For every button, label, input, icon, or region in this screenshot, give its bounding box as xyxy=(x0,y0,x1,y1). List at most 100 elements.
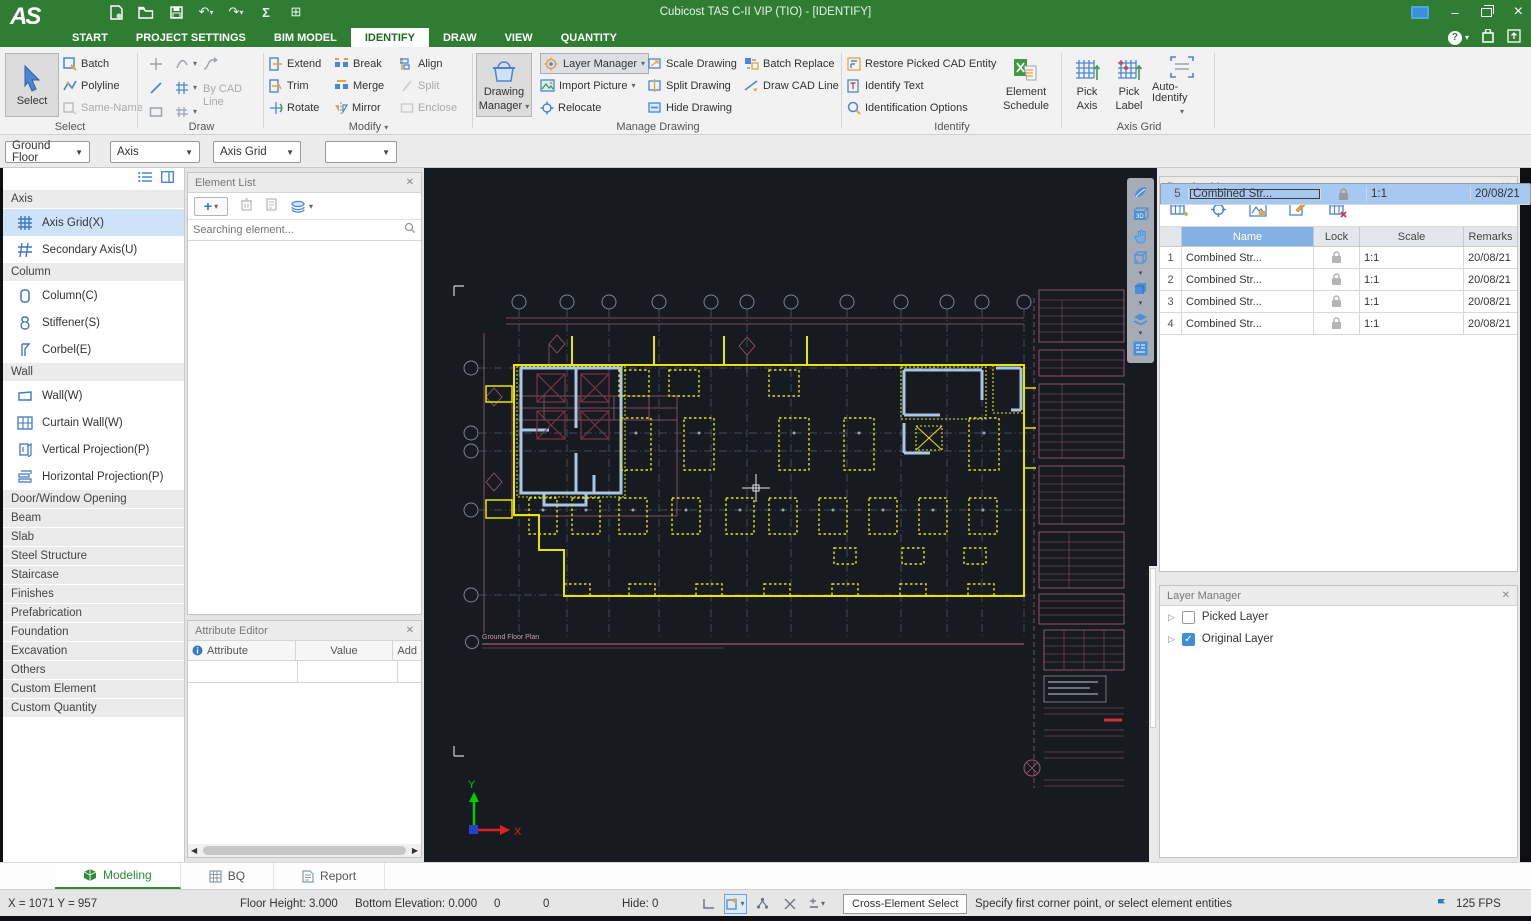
tab-project-settings[interactable]: PROJECT SETTINGS xyxy=(122,28,260,47)
pick-label-button[interactable]: Pick Label xyxy=(1107,53,1151,117)
delete-element-icon[interactable] xyxy=(240,197,253,216)
store-icon[interactable] xyxy=(1481,29,1495,46)
layer-manager-button[interactable]: Layer Manager▾ xyxy=(540,53,649,74)
dynamic-view-icon[interactable] xyxy=(1131,183,1150,202)
element-list-body[interactable] xyxy=(188,241,421,613)
tree-section-custom-element[interactable]: Custom Element xyxy=(3,680,184,699)
ortho-mode-button[interactable] xyxy=(697,894,720,914)
split-drawing-button[interactable]: Split Drawing xyxy=(648,75,737,96)
close-button[interactable]: × xyxy=(1514,3,1523,21)
tree-section-wall[interactable]: Wall xyxy=(3,363,184,382)
add-element-button[interactable]: +▾ xyxy=(194,197,228,216)
identify-text-button[interactable]: Identify Text xyxy=(847,75,996,96)
tree-item-secondary-axis[interactable]: Secondary Axis(U) xyxy=(3,236,184,263)
draw-grid-button[interactable]: ▾ xyxy=(175,77,197,98)
mirror-button[interactable]: Mirror xyxy=(334,97,384,118)
by-cad-line-button[interactable]: By CAD Line xyxy=(203,77,249,115)
drawing-row-3[interactable]: 3 Combined Str... 1:1 20/08/21 xyxy=(1160,291,1517,313)
tree-item-column[interactable]: Column(C) xyxy=(3,282,184,309)
tree-section-excavation[interactable]: Excavation xyxy=(3,642,184,661)
category-select[interactable]: Axis▼ xyxy=(110,141,200,163)
draw-cad-line-button[interactable]: Draw CAD Line xyxy=(744,75,839,96)
import-picture-button[interactable]: Import Picture▾ xyxy=(540,75,649,96)
tree-item-corbel[interactable]: Corbel(E) xyxy=(3,336,184,363)
picked-layer-row[interactable]: ▷ Picked Layer xyxy=(1160,606,1517,628)
dm-col-scale[interactable]: Scale xyxy=(1360,227,1464,246)
tab-bq[interactable]: BQ xyxy=(181,863,274,889)
tab-quantity[interactable]: QUANTITY xyxy=(547,28,631,47)
expand-triangle-icon[interactable]: ▷ xyxy=(1168,612,1175,623)
help-button[interactable]: ?▾ xyxy=(1448,31,1469,45)
relocate-button[interactable]: Relocate xyxy=(540,97,649,118)
wireframe-view-icon[interactable] xyxy=(1131,249,1150,268)
extra-select[interactable]: ▼ xyxy=(325,141,397,163)
attribute-empty-row[interactable] xyxy=(188,661,421,683)
feedback-icon[interactable] xyxy=(1411,6,1429,19)
tree-item-wall[interactable]: Wall(W) xyxy=(3,382,184,409)
hide-drawing-button[interactable]: Hide Drawing xyxy=(648,97,737,118)
tree-section-beam[interactable]: Beam xyxy=(3,509,184,528)
layer-dropdown-icon[interactable]: ▾ xyxy=(1139,331,1143,336)
shade-dropdown-icon[interactable]: ▾ xyxy=(1139,301,1143,306)
element-list-close-icon[interactable]: ✕ xyxy=(406,177,414,188)
list-view-icon[interactable] xyxy=(138,170,153,188)
extend-button[interactable]: Extend xyxy=(269,53,321,74)
split-button[interactable]: Split xyxy=(400,75,457,96)
cad-canvas[interactable]: Ground Floor Plan Y X 3D ▾ ▾ ▾ xyxy=(424,168,1157,862)
drawing-row-5-selected[interactable]: 5 Combined Str... 1:1 20/08/21 xyxy=(1160,183,1531,205)
box-select-mode-button[interactable]: ▾ xyxy=(724,894,747,914)
layer-stack-icon[interactable] xyxy=(1131,309,1150,328)
tree-section-others[interactable]: Others xyxy=(3,661,184,680)
scale-drawing-button[interactable]: Scale Drawing xyxy=(648,53,737,74)
attribute-editor-close-icon[interactable]: ✕ xyxy=(406,625,414,636)
select-tool-button[interactable]: Select xyxy=(5,53,59,117)
open-file-icon[interactable] xyxy=(138,4,154,20)
tab-bim-model[interactable]: BIM MODEL xyxy=(260,28,351,47)
minimize-button[interactable]: – xyxy=(1451,5,1458,20)
new-file-icon[interactable] xyxy=(108,4,124,20)
tree-section-axis[interactable]: Axis xyxy=(3,190,184,209)
tree-item-vertical-projection[interactable]: Vertical Projection(P) xyxy=(3,436,184,463)
view-3d-icon[interactable]: 3D xyxy=(1131,205,1150,224)
tab-modeling[interactable]: Modeling xyxy=(55,863,181,889)
panel-view-icon[interactable] xyxy=(161,170,174,188)
original-layer-row[interactable]: ▷ ✓ Original Layer xyxy=(1160,628,1517,650)
tree-item-horizontal-projection[interactable]: Horizontal Projection(P) xyxy=(3,463,184,490)
restore-picked-button[interactable]: Restore Picked CAD Entity xyxy=(847,53,996,74)
drawing-row-4[interactable]: 4 Combined Str... 1:1 20/08/21 xyxy=(1160,313,1517,335)
draw-line-button[interactable] xyxy=(149,77,163,98)
original-layer-checkbox[interactable]: ✓ xyxy=(1182,633,1195,646)
batch-button[interactable]: Batch xyxy=(63,53,143,74)
picked-layer-checkbox[interactable] xyxy=(1182,611,1195,624)
attribute-hscrollbar[interactable]: ◀▶ xyxy=(188,844,421,857)
draw-point-button[interactable] xyxy=(149,53,163,74)
rotate-button[interactable]: Rotate xyxy=(269,97,321,118)
save-icon[interactable] xyxy=(168,4,184,20)
tab-report[interactable]: Report xyxy=(274,863,385,889)
search-icon[interactable] xyxy=(404,221,416,239)
tab-view[interactable]: VIEW xyxy=(491,28,547,47)
tree-section-finishes[interactable]: Finishes xyxy=(3,585,184,604)
draw-hatch-button[interactable]: ▾ xyxy=(175,101,197,122)
restore-button[interactable] xyxy=(1481,8,1492,17)
expand-triangle-icon[interactable]: ▷ xyxy=(1168,634,1175,645)
solid-view-icon[interactable] xyxy=(1131,279,1150,298)
tab-draw[interactable]: DRAW xyxy=(429,28,491,47)
canvas-vscroll-thumb[interactable] xyxy=(1150,568,1156,728)
tab-identify[interactable]: IDENTIFY xyxy=(351,28,429,47)
scroll-right-icon[interactable]: ▶ xyxy=(409,846,421,855)
tree-section-column[interactable]: Column xyxy=(3,263,184,282)
layer-filter-button[interactable]: ▾ xyxy=(290,200,313,213)
tree-section-custom-quantity[interactable]: Custom Quantity xyxy=(3,699,184,718)
draw-spline-button[interactable] xyxy=(203,53,249,74)
draw-arc-button[interactable]: ▾ xyxy=(175,53,197,74)
drawing-row-1[interactable]: 1 Combined Str... 1:1 20/08/21 xyxy=(1160,247,1517,269)
break-button[interactable]: Break xyxy=(334,53,384,74)
collapse-ribbon-icon[interactable] xyxy=(1507,29,1521,46)
tree-item-axis-grid[interactable]: Axis Grid(X) xyxy=(3,209,184,236)
dm-col-remarks[interactable]: Remarks xyxy=(1464,227,1517,246)
node-snap-button[interactable] xyxy=(751,894,774,914)
element-search-input[interactable] xyxy=(193,224,404,236)
cross-element-select-button[interactable]: Cross-Element Select xyxy=(843,894,967,914)
scroll-thumb[interactable] xyxy=(203,846,406,855)
